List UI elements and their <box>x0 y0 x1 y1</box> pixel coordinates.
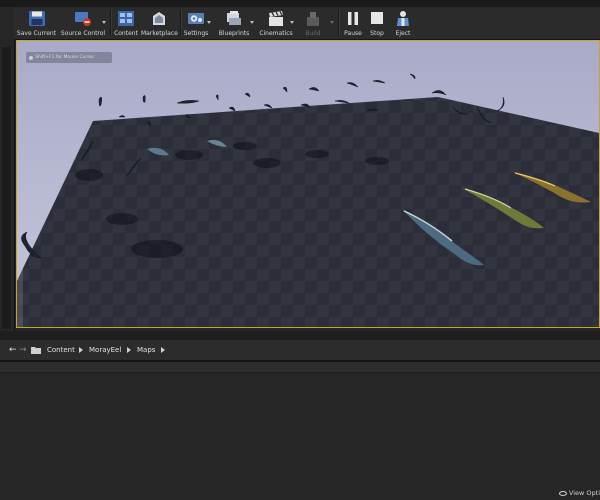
save-current-button[interactable]: Save Current <box>14 7 59 39</box>
path-separator-icon[interactable] <box>127 347 131 353</box>
marketplace-icon <box>153 12 165 25</box>
source-control-icon <box>75 12 91 26</box>
build-button[interactable]: Build <box>300 7 326 39</box>
blueprints-dropdown-icon[interactable] <box>250 21 254 24</box>
source-control-button[interactable]: Source Control <box>59 7 107 39</box>
mouse-cursor-hint-text: Shift+F1 for Mouse Cursor <box>35 55 95 60</box>
stop-icon <box>371 12 383 24</box>
cinematics-label: Cinematics <box>259 30 293 37</box>
eye-icon <box>558 490 567 496</box>
path-separator-icon[interactable] <box>161 347 165 353</box>
path-item-morayeel[interactable]: MorayEel <box>89 340 121 360</box>
eject-label: Eject <box>395 30 411 37</box>
path-separator-icon[interactable] <box>79 347 83 353</box>
marketplace-button[interactable]: Marketplace <box>141 7 178 39</box>
content-path-bar: ← → Content MorayEel Maps <box>0 340 600 360</box>
history-back-icon[interactable]: ← <box>9 340 17 360</box>
path-item-maps[interactable]: Maps <box>137 340 155 360</box>
stop-label: Stop <box>370 30 384 37</box>
pause-label: Pause <box>344 30 362 37</box>
mouse-cursor-hint: Shift+F1 for Mouse Cursor <box>26 52 112 63</box>
content-browser-icon <box>118 11 134 26</box>
left-panel-scroll[interactable] <box>2 47 11 329</box>
build-dropdown-icon[interactable] <box>330 21 334 24</box>
eject-button[interactable]: Eject <box>390 7 416 39</box>
view-options-button[interactable]: View Opti <box>557 487 600 499</box>
title-strip <box>0 0 600 7</box>
toolbar-separator <box>338 10 340 36</box>
settings-label: Settings <box>183 30 209 37</box>
panel-gap <box>0 331 600 340</box>
view-options-label: View Opti <box>568 489 600 497</box>
build-label: Build <box>305 30 321 37</box>
gear-icon <box>188 13 204 24</box>
source-control-dropdown-icon[interactable] <box>102 21 106 24</box>
clapperboard-icon <box>269 11 283 26</box>
eject-icon <box>397 11 409 26</box>
marketplace-label: Marketplace <box>141 30 178 37</box>
floppy-disk-icon <box>28 11 45 26</box>
build-icon <box>307 12 319 26</box>
save-current-label: Save Current <box>16 30 57 37</box>
stop-button[interactable]: Stop <box>366 7 388 39</box>
info-dot-icon <box>29 55 33 60</box>
pause-button[interactable]: Pause <box>341 7 365 39</box>
viewport-scene <box>17 41 599 327</box>
path-item-content[interactable]: Content <box>47 340 75 360</box>
folder-icon <box>31 346 41 354</box>
settings-dropdown-icon[interactable] <box>207 21 211 24</box>
settings-button[interactable]: Settings <box>182 7 210 39</box>
content-button[interactable]: Content <box>112 7 140 39</box>
content-label: Content <box>114 30 138 37</box>
blueprints-button[interactable]: Blueprints <box>216 7 252 39</box>
asset-view-panel[interactable] <box>0 373 600 500</box>
cinematics-dropdown-icon[interactable] <box>290 21 294 24</box>
left-panel <box>0 7 15 331</box>
blueprints-label: Blueprints <box>218 30 250 37</box>
blueprint-icon <box>227 11 241 25</box>
level-editor-toolbar: Save Current Source Control Content Mark… <box>14 7 600 40</box>
pause-icon <box>348 12 358 25</box>
level-viewport[interactable]: Shift+F1 for Mouse Cursor <box>16 40 600 328</box>
history-forward-icon[interactable]: → <box>19 340 27 360</box>
asset-toolbar <box>0 362 600 373</box>
source-control-label: Source Control <box>60 30 106 37</box>
